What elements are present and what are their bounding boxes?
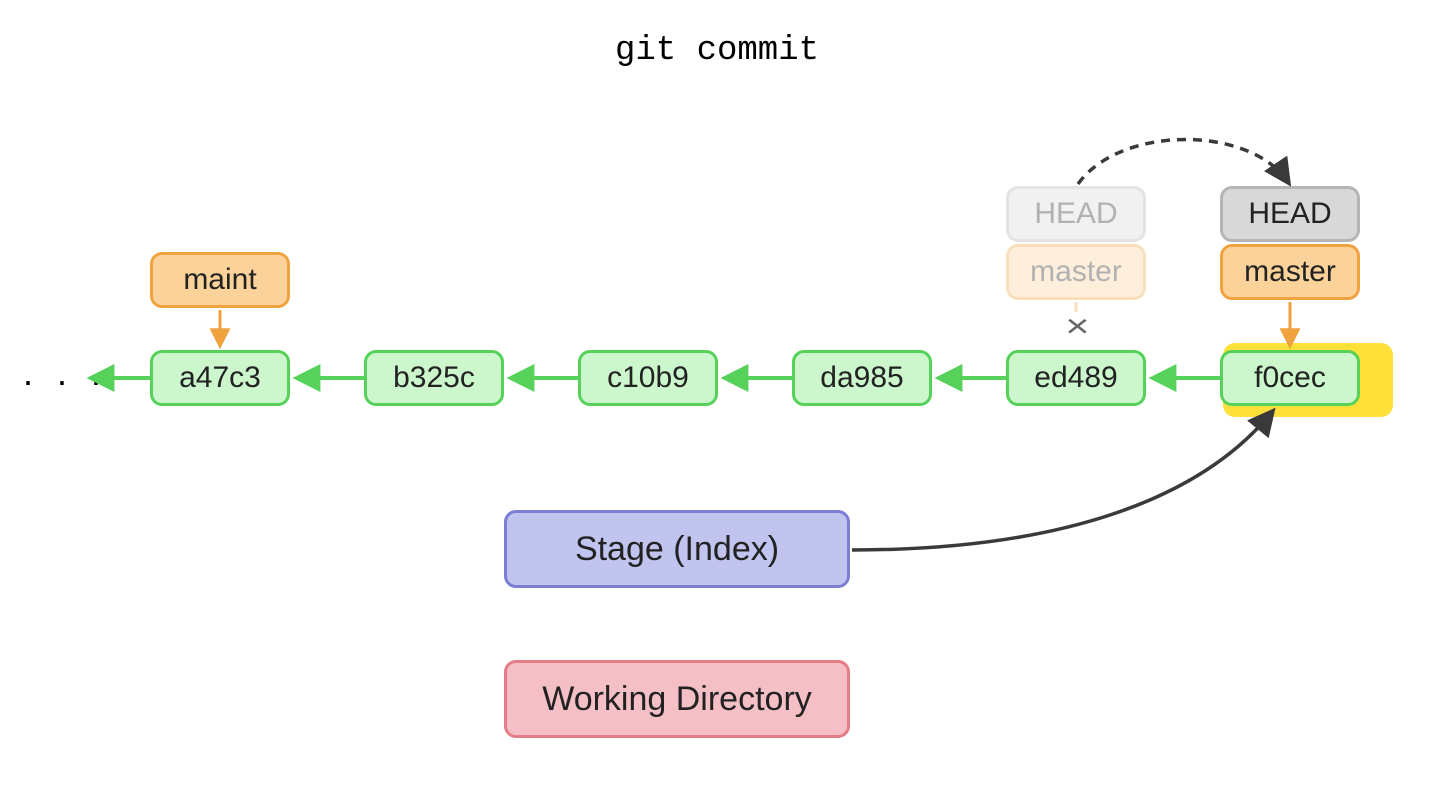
commit-a47c3: a47c3 xyxy=(150,350,290,406)
commit-da985: da985 xyxy=(792,350,932,406)
arrow-head-move xyxy=(1078,139,1288,184)
commit-b325c: b325c xyxy=(364,350,504,406)
commit-ed489: ed489 xyxy=(1006,350,1146,406)
history-ellipsis: · · · xyxy=(22,360,108,402)
diagram-title: git commit xyxy=(0,32,1434,70)
head-old: HEAD xyxy=(1006,186,1146,242)
commit-f0cec: f0cec xyxy=(1220,350,1360,406)
head-new: HEAD xyxy=(1220,186,1360,242)
branch-maint: maint xyxy=(150,252,290,308)
workdir-box: Working Directory xyxy=(504,660,850,738)
branch-master-new: master xyxy=(1220,244,1360,300)
arrow-stage-to-commit xyxy=(852,412,1272,550)
commit-c10b9: c10b9 xyxy=(578,350,718,406)
broken-ref-x: × xyxy=(1065,308,1089,345)
stage-box: Stage (Index) xyxy=(504,510,850,588)
branch-master-old: master xyxy=(1006,244,1146,300)
